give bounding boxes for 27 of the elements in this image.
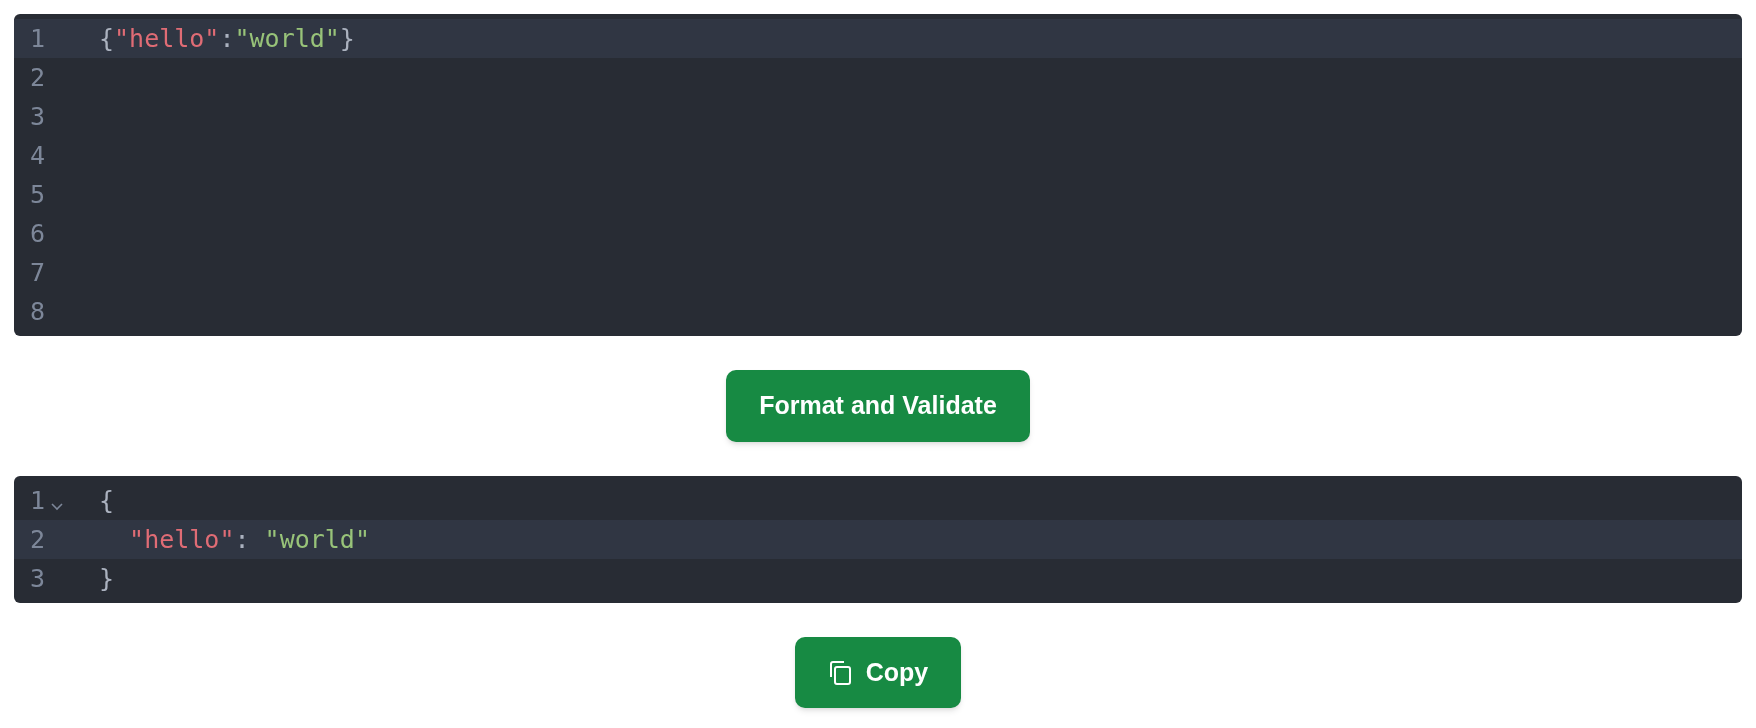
chevron-down-icon[interactable] bbox=[51, 502, 64, 511]
line-number: 2 bbox=[30, 523, 46, 556]
code-token: { bbox=[99, 23, 115, 53]
code-token: "hello" bbox=[128, 524, 235, 554]
line-number: 3 bbox=[30, 100, 46, 133]
code-token: : bbox=[219, 23, 235, 53]
format-button[interactable]: Format and Validate bbox=[726, 370, 1030, 442]
code-token: "world" bbox=[264, 524, 370, 554]
line-number: 8 bbox=[30, 295, 46, 328]
line-number: 7 bbox=[30, 256, 46, 289]
code-token: "hello" bbox=[114, 23, 220, 53]
code-editor[interactable]: 1 { 2 "hello": "world" 3 } bbox=[14, 476, 1742, 603]
line-number: 5 bbox=[30, 178, 46, 211]
line-number: 1 bbox=[30, 484, 46, 517]
code-token: : bbox=[234, 524, 251, 554]
line-number: 6 bbox=[30, 217, 46, 250]
code-token: } bbox=[99, 563, 115, 593]
code-token: "world" bbox=[234, 23, 340, 53]
code-editor[interactable]: 1 {"hello":"world"} 2 3 4 5 6 7 8 bbox=[14, 14, 1742, 336]
line-number: 4 bbox=[30, 139, 46, 172]
line-number: 2 bbox=[30, 61, 46, 94]
line-number: 3 bbox=[30, 562, 46, 595]
copy-icon bbox=[827, 659, 852, 686]
copy-button[interactable]: Copy bbox=[794, 637, 962, 708]
line-number: 1 bbox=[30, 22, 46, 55]
code-token: } bbox=[339, 23, 355, 53]
code-token: { bbox=[99, 485, 115, 515]
